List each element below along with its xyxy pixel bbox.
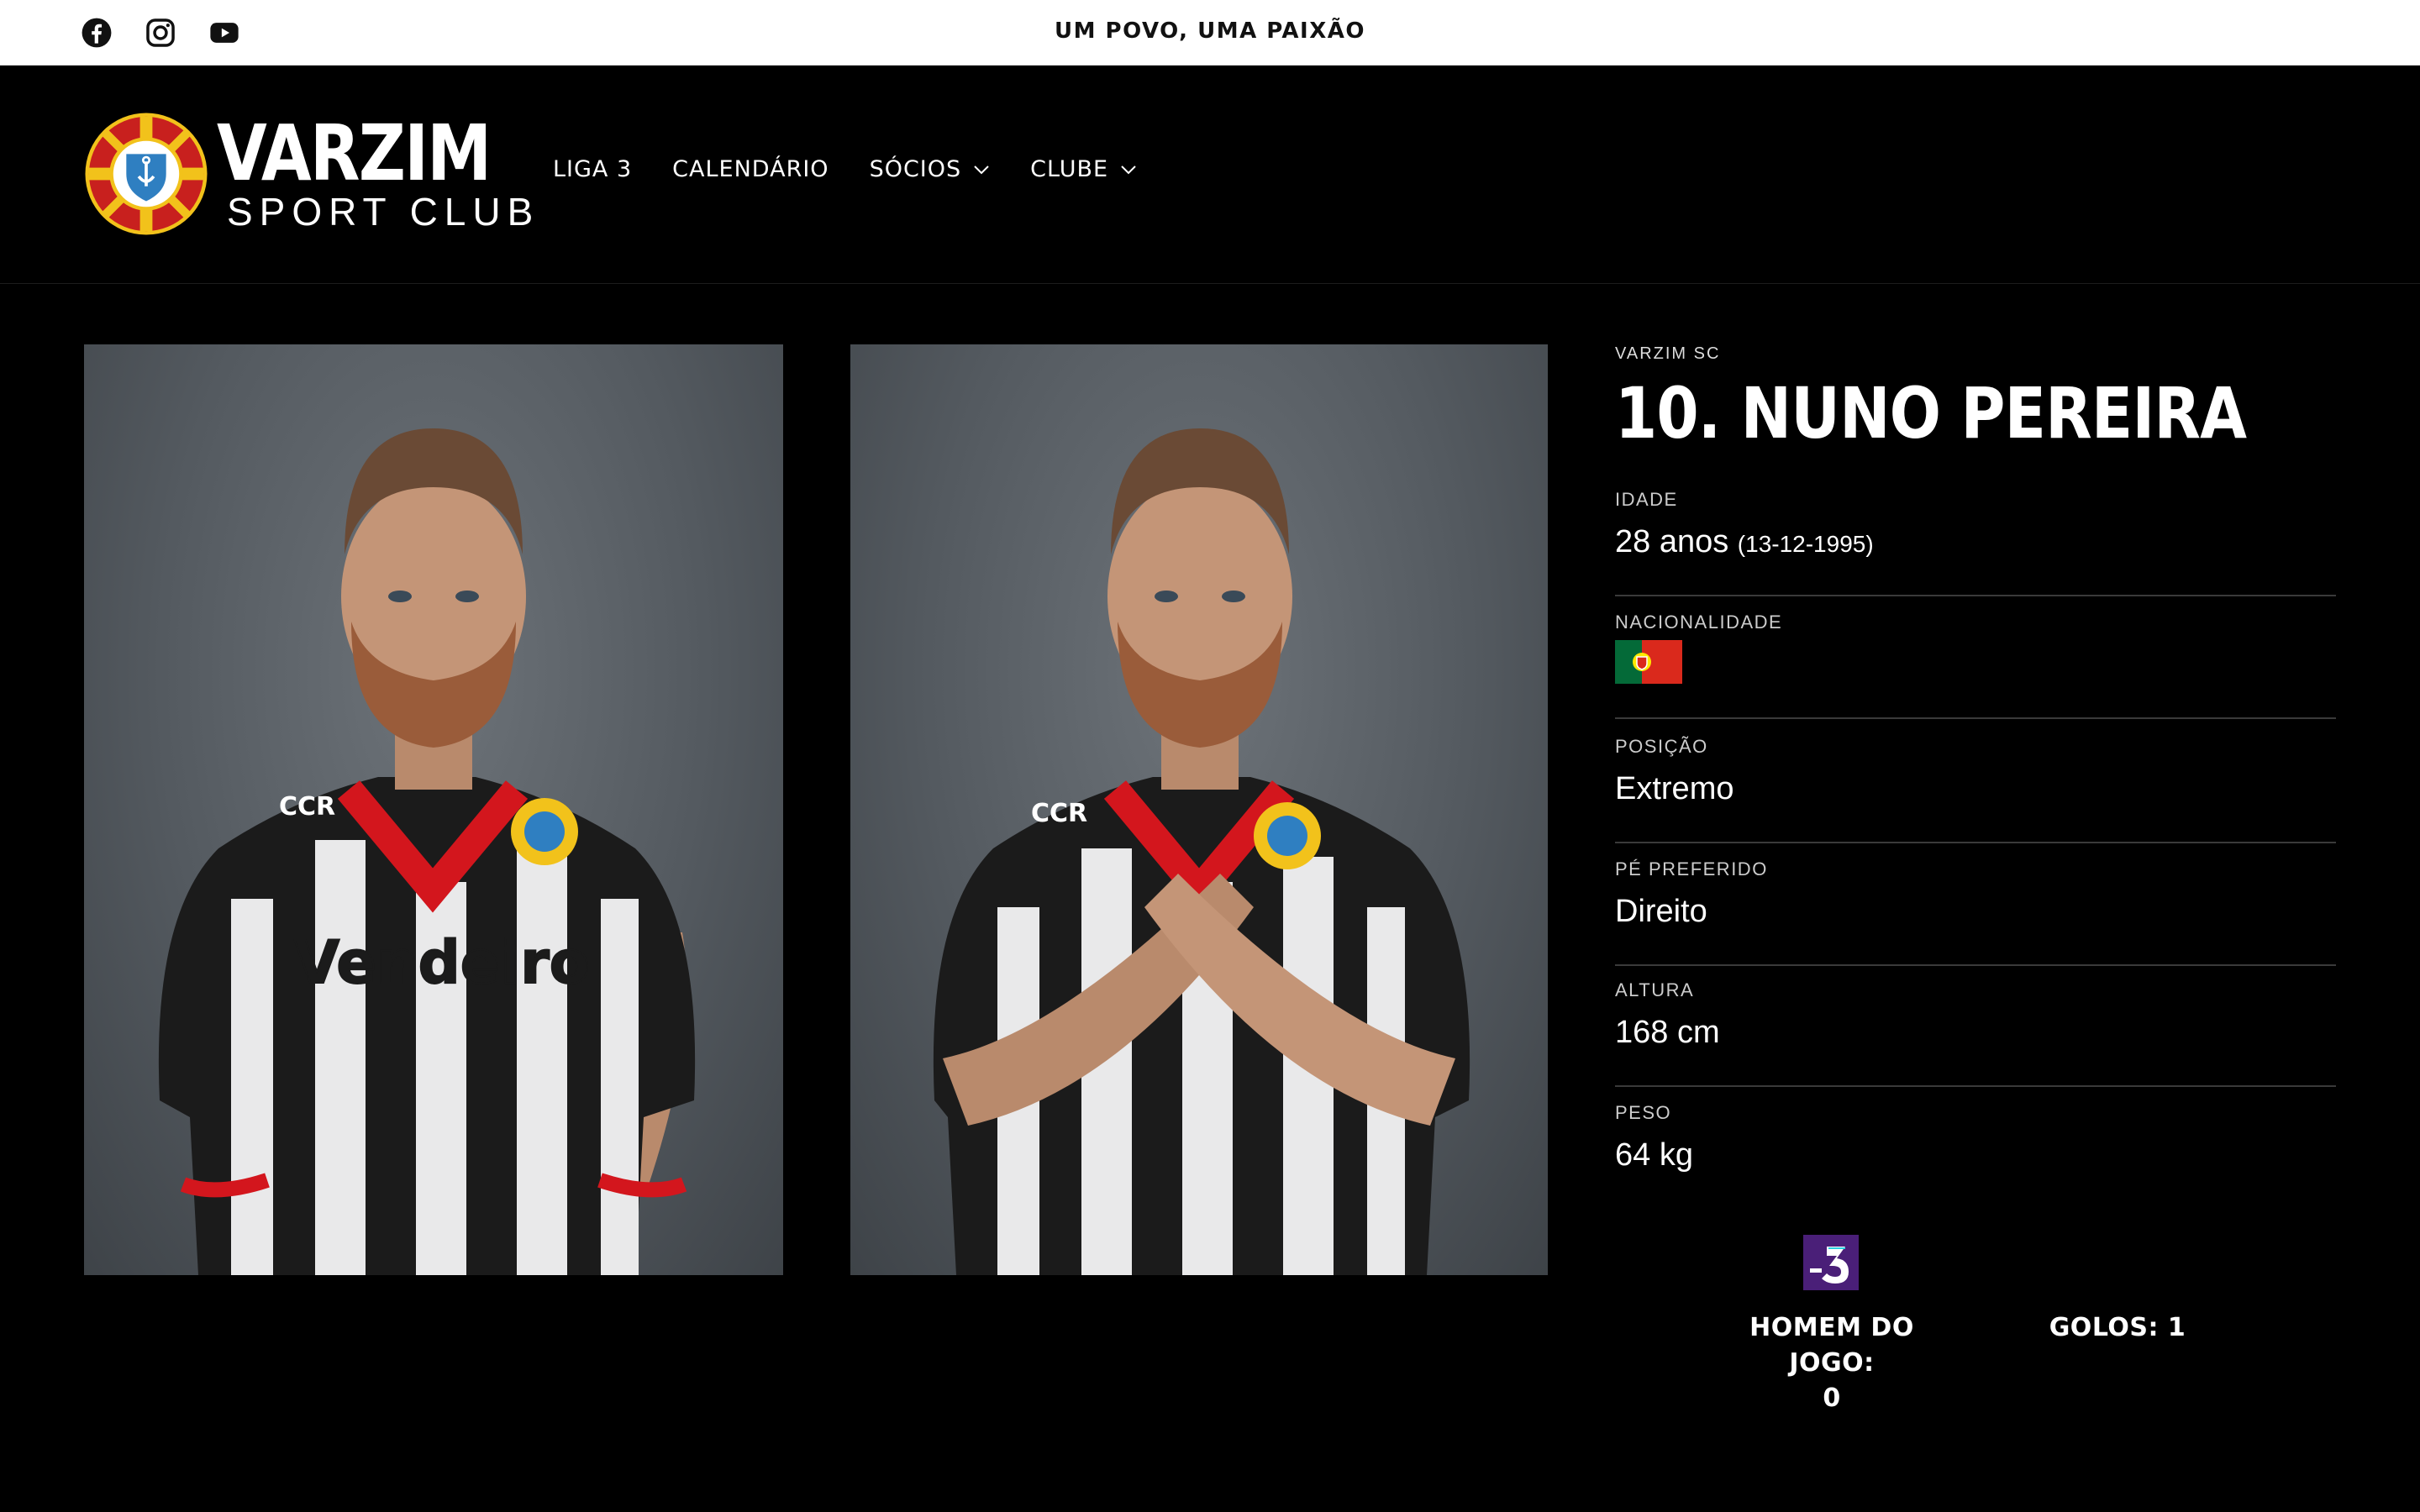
jersey-sponsor: Vendeiro — [294, 928, 590, 997]
site-header: VARZIM SPORT CLUB LIGA 3 CALENDÁRIO SÓCI… — [0, 66, 2420, 284]
position-field: POSIÇÃO Extremo — [1615, 736, 2336, 843]
player-name: 10. NUNO PEREIRA — [1615, 372, 2247, 454]
main-nav: LIGA 3 CALENDÁRIO SÓCIOS CLUBE — [553, 156, 1137, 182]
brand-tagline: SPORT CLUB — [227, 190, 540, 234]
nav-item-label: LIGA 3 — [553, 156, 633, 182]
man-of-match-stat: HOMEM DO JOGO: 0 — [1706, 1310, 1958, 1416]
height-label: ALTURA — [1615, 979, 1695, 1000]
jersey-brand: CCR — [1031, 799, 1087, 828]
nav-item-calendario[interactable]: CALENDÁRIO — [672, 156, 829, 182]
birth-date: (13-12-1995) — [1737, 531, 1874, 557]
announcement-text: UM POVO, UMA PAIXÃO — [1054, 18, 1366, 44]
club-crest-icon — [85, 113, 208, 235]
position-label: POSIÇÃO — [1615, 736, 1708, 757]
nav-item-socios[interactable]: SÓCIOS — [870, 156, 991, 182]
site-logo[interactable]: VARZIM SPORT CLUB — [84, 108, 533, 238]
brand-name: VARZIM — [217, 108, 492, 198]
chevron-down-icon — [1121, 165, 1136, 174]
age-value: 28 anos (13-12-1995) — [1615, 524, 1874, 560]
age-field: IDADE 28 anos (13-12-1995) — [1615, 489, 2336, 596]
nav-item-label: CALENDÁRIO — [672, 156, 829, 182]
player-portrait: CCR — [933, 428, 1470, 1275]
goals-label: GOLOS: — [2049, 1313, 2159, 1342]
weight-label: PESO — [1615, 1102, 1672, 1123]
weight-field: PESO 64 kg — [1615, 1102, 2336, 1210]
age-label: IDADE — [1615, 489, 1678, 510]
jersey-brand: CCR — [279, 792, 335, 822]
age-years: 28 anos — [1615, 524, 1729, 559]
chevron-down-icon — [974, 165, 989, 174]
player-photo-front: CCR Vendeiro — [84, 344, 783, 1275]
nav-item-clube[interactable]: CLUBE — [1030, 156, 1137, 182]
nationality-field: NACIONALIDADE — [1615, 612, 2336, 719]
man-of-match-value: 0 — [1823, 1383, 1841, 1413]
position-value: Extremo — [1615, 771, 1734, 806]
player-info: VARZIM SC 10. NUNO PEREIRA IDADE 28 anos… — [1615, 344, 2336, 1173]
player-photo-arms-crossed: CCR — [850, 344, 1548, 1275]
preferred-foot-label: PÉ PREFERIDO — [1615, 858, 1768, 879]
weight-value: 64 kg — [1615, 1137, 1693, 1173]
portugal-flag-icon — [1615, 640, 1682, 684]
player-portrait: CCR Vendeiro — [158, 428, 696, 1275]
man-of-match-label: HOMEM DO JOGO: — [1749, 1313, 1914, 1378]
nav-item-label: SÓCIOS — [869, 156, 962, 182]
team-label: VARZIM SC — [1615, 344, 1721, 363]
liga-3-logo-icon — [1803, 1235, 1859, 1290]
announcement-bar: UM POVO, UMA PAIXÃO — [0, 0, 2420, 66]
nav-item-liga-3[interactable]: LIGA 3 — [553, 156, 632, 182]
nationality-label: NACIONALIDADE — [1615, 612, 1783, 633]
height-field: ALTURA 168 cm — [1615, 979, 2336, 1087]
preferred-foot-field: PÉ PREFERIDO Direito — [1615, 858, 2336, 966]
nav-item-label: CLUBE — [1030, 156, 1109, 182]
goals-value: 1 — [2167, 1313, 2186, 1342]
height-value: 168 cm — [1615, 1015, 1720, 1050]
goals-stat: GOLOS: 1 — [2042, 1310, 2193, 1346]
preferred-foot-value: Direito — [1615, 894, 1707, 929]
